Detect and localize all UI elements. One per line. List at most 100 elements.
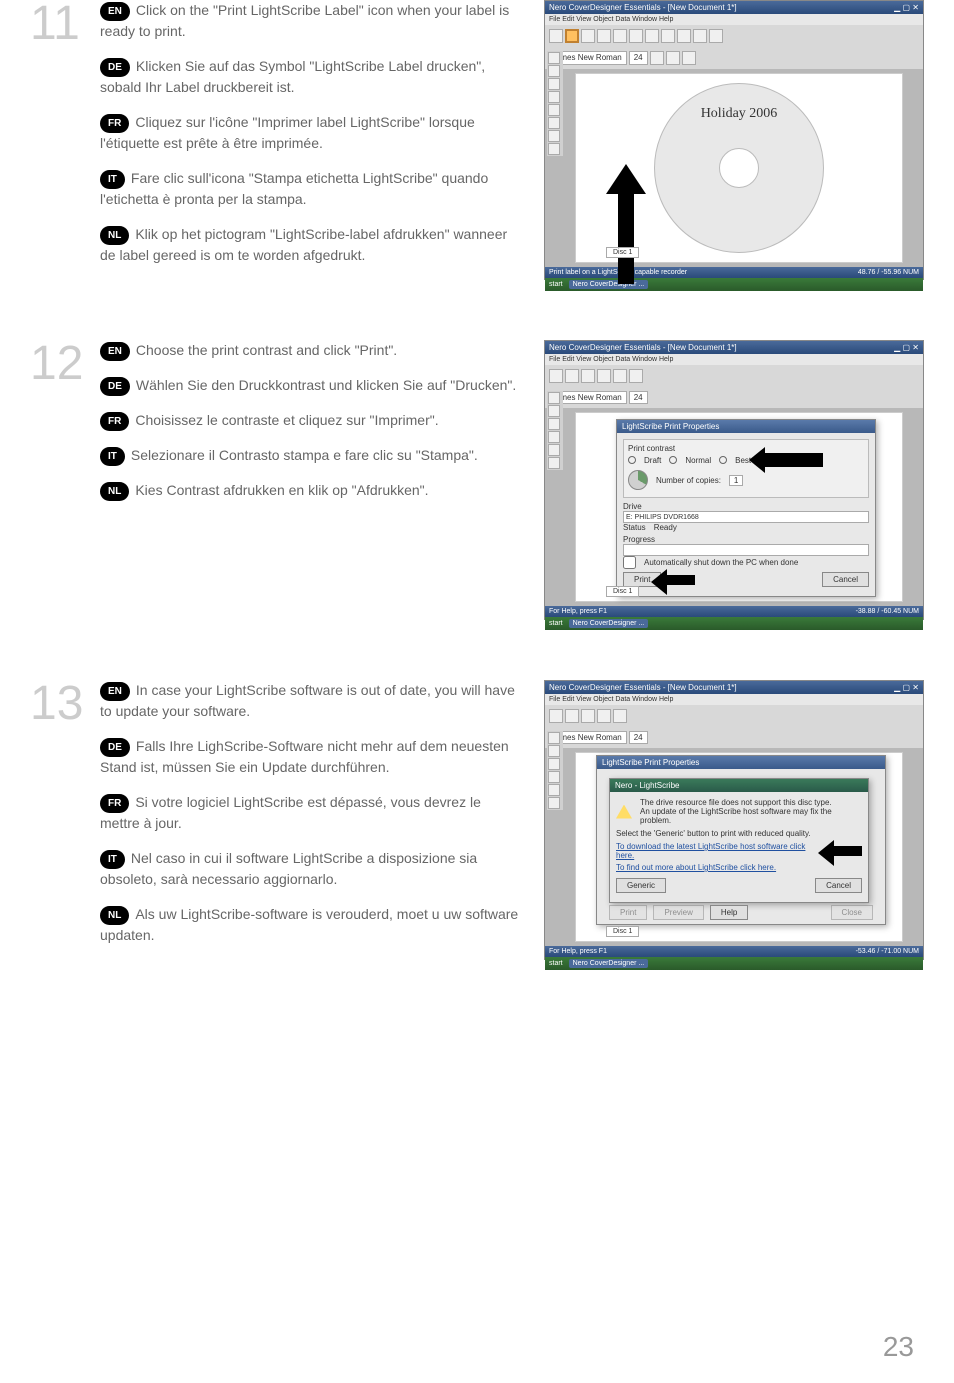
toolbar[interactable] [545, 705, 923, 727]
format-toolbar[interactable]: Times New Roman 24 [545, 47, 923, 69]
tool-icon[interactable] [548, 392, 560, 404]
redo-icon[interactable] [613, 709, 627, 723]
auto-close-checkbox[interactable] [623, 556, 636, 569]
toolbar-icon[interactable] [581, 369, 595, 383]
undo-icon[interactable] [613, 369, 627, 383]
toolbar-icon[interactable] [581, 709, 595, 723]
select-tool-icon[interactable] [548, 52, 560, 64]
shape-tool-icon[interactable] [548, 78, 560, 90]
tool-icon[interactable] [548, 444, 560, 456]
instruction-fr: Cliquez sur l'icône "Imprimer label Ligh… [100, 114, 475, 151]
font-size-select[interactable]: 24 [629, 731, 648, 744]
tool-icon[interactable] [548, 745, 560, 757]
warn-line1: The drive resource file does not support… [640, 798, 862, 807]
underline-icon[interactable] [682, 51, 696, 65]
tool-icon[interactable] [548, 104, 560, 116]
canvas[interactable]: LightScribe Print Properties Nero - Ligh… [575, 752, 903, 942]
radio-normal[interactable] [669, 456, 677, 464]
toolbar[interactable] [545, 365, 923, 387]
statusbar: Print label on a LightScribe capable rec… [545, 267, 923, 278]
radio-draft[interactable] [628, 456, 636, 464]
tool-icon[interactable] [548, 143, 560, 155]
drive-select[interactable]: E: PHILIPS DVDR1668 [623, 511, 869, 523]
save-icon[interactable] [549, 369, 563, 383]
status-label: Status [623, 523, 646, 532]
font-size-select[interactable]: 24 [629, 51, 648, 65]
tool-icon[interactable] [548, 431, 560, 443]
copies-input[interactable]: 1 [729, 475, 743, 486]
instruction-de: Falls Ihre LighScribe-Software nicht meh… [100, 738, 509, 775]
tool-icon[interactable] [548, 405, 560, 417]
toolbar-icon[interactable] [581, 29, 595, 43]
taskbar[interactable]: start Nero CoverDesigner ... [545, 617, 923, 630]
tool-icon[interactable] [548, 771, 560, 783]
disc-tab[interactable]: Disc 1 [606, 247, 639, 258]
taskbar[interactable]: start Nero CoverDesigner ... [545, 278, 923, 291]
font-size-select[interactable]: 24 [629, 391, 648, 404]
disc-tab[interactable]: Disc 1 [606, 586, 639, 597]
taskbar[interactable]: start Nero CoverDesigner ... [545, 957, 923, 970]
toolbar-icon[interactable] [677, 29, 691, 43]
lang-badge-it: IT [100, 170, 125, 189]
disc-tab[interactable]: Disc 1 [606, 926, 639, 937]
format-toolbar[interactable]: Times New Roman 24 [545, 387, 923, 408]
tool-icon[interactable] [548, 117, 560, 129]
cancel-button[interactable]: Cancel [822, 572, 869, 587]
tool-icon[interactable] [548, 457, 560, 469]
menubar[interactable]: File Edit View Object Data Window Help [545, 354, 923, 365]
menubar[interactable]: File Edit View Object Data Window Help [545, 14, 923, 25]
print-lightscribe-icon[interactable] [565, 29, 579, 43]
window-controls[interactable]: ▁ ▢ ✕ [894, 3, 919, 12]
instruction-en: Choose the print contrast and click "Pri… [136, 342, 397, 358]
undo-icon[interactable] [597, 709, 611, 723]
side-toolbar[interactable] [547, 51, 563, 156]
print-lightscribe-icon[interactable] [565, 369, 579, 383]
save-icon[interactable] [549, 709, 563, 723]
window-controls[interactable]: ▁ ▢ ✕ [894, 343, 919, 352]
toolbar-icon[interactable] [693, 29, 707, 43]
toolbar-icon[interactable] [597, 369, 611, 383]
undo-icon[interactable] [645, 29, 659, 43]
tool-icon[interactable] [548, 797, 560, 809]
tool-icon[interactable] [548, 784, 560, 796]
tool-icon[interactable] [548, 91, 560, 103]
toolbar[interactable] [545, 25, 923, 47]
italic-icon[interactable] [666, 51, 680, 65]
taskbar-app[interactable]: Nero CoverDesigner ... [569, 959, 649, 968]
start-button[interactable]: start [549, 620, 563, 627]
help-button[interactable]: Help [710, 905, 748, 920]
canvas[interactable]: LightScribe Print Properties Print contr… [575, 412, 903, 602]
tool-icon[interactable] [548, 732, 560, 744]
bold-icon[interactable] [650, 51, 664, 65]
callout-arrow-icon [763, 453, 823, 467]
toolbar-icon[interactable] [629, 29, 643, 43]
side-toolbar[interactable] [547, 391, 563, 470]
save-icon[interactable] [549, 29, 563, 43]
download-link[interactable]: To download the latest LightScribe host … [616, 842, 824, 860]
tool-icon[interactable] [548, 758, 560, 770]
text-tool-icon[interactable] [548, 65, 560, 77]
redo-icon[interactable] [629, 369, 643, 383]
toolbar-icon[interactable] [709, 29, 723, 43]
cancel-button[interactable]: Cancel [815, 878, 862, 893]
print-lightscribe-icon[interactable] [565, 709, 579, 723]
taskbar-app[interactable]: Nero CoverDesigner ... [569, 619, 649, 628]
generic-button[interactable]: Generic [616, 878, 666, 893]
window-controls[interactable]: ▁ ▢ ✕ [894, 683, 919, 692]
disc-label[interactable]: Holiday 2006 [654, 83, 824, 253]
start-button[interactable]: start [549, 281, 563, 288]
redo-icon[interactable] [661, 29, 675, 43]
opt-normal: Normal [685, 456, 711, 465]
start-button[interactable]: start [549, 960, 563, 967]
menubar[interactable]: File Edit View Object Data Window Help [545, 694, 923, 705]
canvas[interactable]: Holiday 2006 Disc 1 [575, 73, 903, 263]
format-toolbar[interactable]: Times New Roman 24 [545, 727, 923, 748]
side-toolbar[interactable] [547, 731, 563, 810]
toolbar-icon[interactable] [613, 29, 627, 43]
tool-icon[interactable] [548, 130, 560, 142]
step-text: ENIn case your LightScribe software is o… [100, 680, 544, 960]
toolbar-icon[interactable] [597, 29, 611, 43]
tool-icon[interactable] [548, 418, 560, 430]
radio-best[interactable] [719, 456, 727, 464]
window-titlebar: Nero CoverDesigner Essentials - [New Doc… [545, 681, 923, 694]
